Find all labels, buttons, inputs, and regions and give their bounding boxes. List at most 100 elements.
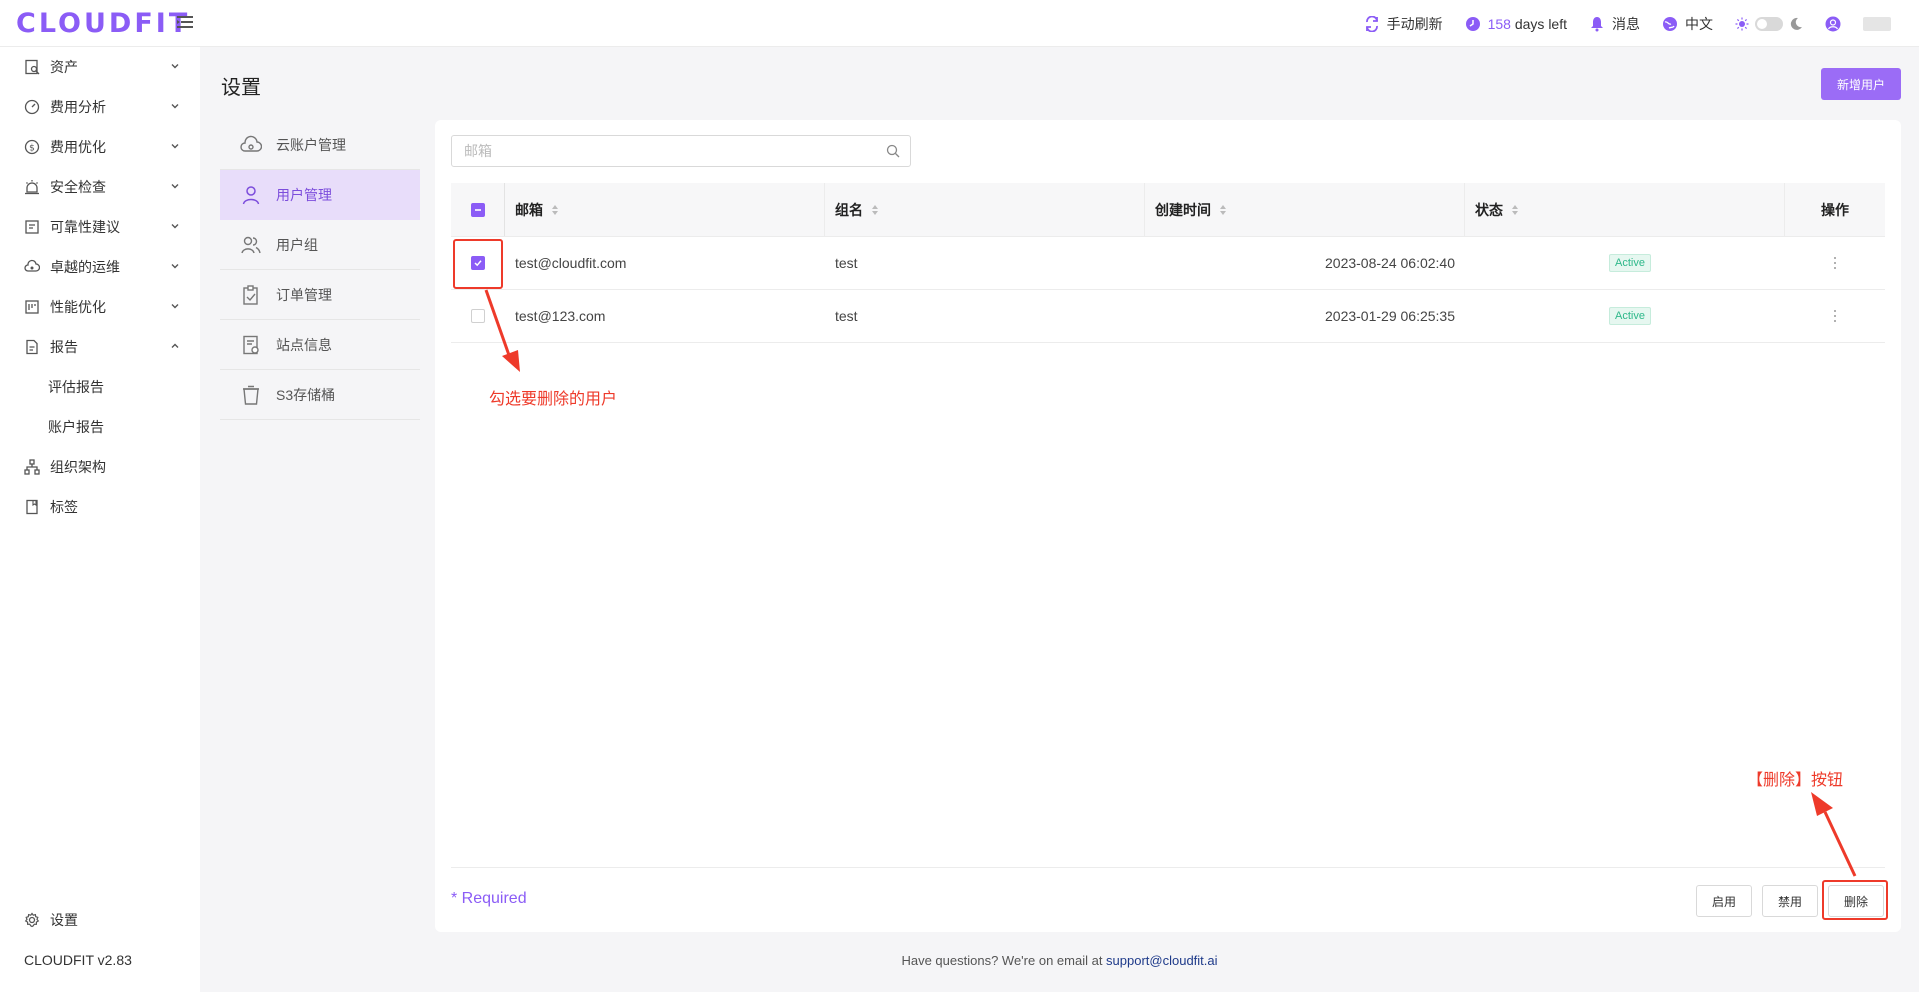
select-all-checkbox[interactable]	[470, 202, 485, 217]
menu-toggle-icon[interactable]	[176, 13, 194, 31]
users-table: 邮箱 组名 创建时间 状态 操作 test@cloudfit.com test …	[451, 183, 1885, 343]
org-chart-icon	[24, 459, 40, 475]
annotation-delete-highlight	[1822, 880, 1888, 920]
header-checkbox-cell	[451, 183, 505, 236]
bucket-icon	[243, 385, 259, 405]
header-created[interactable]: 创建时间	[1145, 183, 1465, 236]
settings-item-s3-buckets[interactable]: S3存储桶	[220, 370, 420, 420]
order-icon	[243, 284, 258, 305]
user-icon	[242, 185, 260, 204]
asset-icon	[25, 59, 40, 75]
chevron-up-icon	[171, 343, 179, 348]
cloud-gear-icon	[24, 259, 40, 272]
refresh-button[interactable]: 手动刷新	[1364, 14, 1443, 34]
cell-group: test	[835, 308, 858, 324]
dollar-icon: $	[24, 139, 40, 155]
messages-button[interactable]: 消息	[1589, 14, 1640, 34]
sidebar-item-cost-optimization[interactable]: $ 费用优化	[0, 127, 200, 167]
trial-days: 158 days left	[1465, 16, 1567, 32]
language-selector[interactable]: 中文	[1662, 14, 1713, 34]
gear-icon	[24, 912, 40, 928]
sidebar-item-label: 可靠性建议	[50, 219, 120, 235]
sort-icon[interactable]	[1511, 204, 1519, 216]
annotation-arrow-up	[1811, 792, 1857, 877]
clock-icon	[1465, 16, 1480, 31]
settings-menu: 云账户管理 用户管理 用户组 订单管理 站点信息 S3存储桶	[220, 120, 420, 420]
settings-item-label: 订单管理	[276, 286, 332, 303]
table-header: 邮箱 组名 创建时间 状态 操作	[451, 183, 1885, 237]
settings-item-orders[interactable]: 订单管理	[220, 270, 420, 320]
days-suffix: days left	[1510, 15, 1567, 32]
settings-item-label: 用户管理	[276, 186, 332, 203]
search-icon[interactable]	[886, 144, 900, 158]
sidebar-item-label: 费用分析	[50, 99, 106, 115]
sidebar-subitem-assessment-report[interactable]: 评估报告	[0, 367, 200, 407]
user-group-icon	[241, 236, 261, 253]
sidebar-bottom: 设置 CLOUDFIT v2.83	[0, 900, 200, 992]
table-row: test@123.com test 2023-01-29 06:25:35 Ac…	[451, 290, 1885, 343]
annotation-check-hint: 勾选要删除的用户	[489, 391, 618, 408]
settings-item-label: S3存储桶	[276, 386, 336, 403]
support-email-link[interactable]: support@cloudfit.ai	[1106, 953, 1217, 968]
cell-status: Active	[1465, 290, 1785, 342]
user-name-placeholder[interactable]	[1863, 16, 1891, 31]
chevron-down-icon	[171, 144, 179, 149]
user-management-card: 邮箱 组名 创建时间 状态 操作 test@clo	[435, 120, 1901, 932]
email-search	[451, 135, 911, 167]
checklist-icon	[25, 220, 39, 234]
settings-item-user-groups[interactable]: 用户组	[220, 220, 420, 270]
header-status[interactable]: 状态	[1465, 183, 1785, 236]
gauge-icon	[24, 99, 40, 115]
settings-item-label: 站点信息	[276, 336, 332, 353]
sidebar-item-cost-analysis[interactable]: 费用分析	[0, 87, 200, 127]
logo[interactable]: CLOUDFIT	[16, 8, 190, 39]
sidebar-item-performance[interactable]: 性能优化	[0, 287, 200, 327]
performance-icon	[25, 300, 39, 314]
header-status-label: 状态	[1475, 201, 1503, 218]
add-user-button[interactable]: 新增用户	[1821, 68, 1901, 100]
site-info-icon	[243, 335, 259, 354]
sidebar-item-reliability[interactable]: 可靠性建议	[0, 207, 200, 247]
settings-item-site-info[interactable]: 站点信息	[220, 320, 420, 370]
sidebar-item-organization[interactable]: 组织架构	[0, 447, 200, 487]
chevron-down-icon	[171, 304, 179, 309]
sidebar-item-tags[interactable]: 标签	[0, 487, 200, 527]
chevron-down-icon	[171, 184, 179, 189]
disable-button[interactable]: 禁用	[1762, 885, 1818, 917]
sort-icon[interactable]	[551, 204, 559, 216]
sort-icon[interactable]	[871, 204, 879, 216]
user-avatar-icon[interactable]	[1825, 16, 1841, 32]
theme-switch[interactable]	[1755, 16, 1783, 31]
header-group[interactable]: 组名	[825, 183, 1145, 236]
svg-text:$: $	[29, 144, 35, 154]
settings-item-label: 云账户管理	[276, 136, 346, 153]
sidebar-item-label: 组织架构	[50, 459, 106, 475]
annotation-delete-hint: 【删除】按钮	[1747, 772, 1844, 789]
chevron-down-icon	[171, 264, 179, 269]
indeterminate-icon	[474, 208, 481, 211]
email-search-input[interactable]	[452, 136, 852, 166]
sidebar-item-label: 设置	[50, 912, 78, 928]
sidebar-item-label: 安全检查	[50, 179, 106, 195]
sidebar-item-settings[interactable]: 设置	[0, 900, 200, 940]
sidebar-item-reports[interactable]: 报告	[0, 327, 200, 367]
sidebar-item-security-check[interactable]: 安全检查	[0, 167, 200, 207]
settings-item-cloud-accounts[interactable]: 云账户管理	[220, 120, 420, 170]
report-icon	[26, 339, 38, 355]
theme-toggle[interactable]	[1735, 16, 1803, 31]
sidebar-item-operations[interactable]: 卓越的运维	[0, 247, 200, 287]
sidebar-subitem-account-report[interactable]: 账户报告	[0, 407, 200, 447]
more-vertical-icon[interactable]	[1829, 256, 1841, 270]
more-vertical-icon[interactable]	[1829, 309, 1841, 323]
cell-created: 2023-01-29 06:25:35	[1325, 308, 1455, 324]
top-bar: CLOUDFIT 手动刷新 158 days left 消息 中文	[0, 0, 1919, 47]
sidebar-item-assets[interactable]: 资产	[0, 47, 200, 87]
page-title: 设置	[221, 77, 261, 99]
cell-group: test	[835, 255, 858, 271]
settings-item-user-management[interactable]: 用户管理	[220, 170, 420, 220]
sort-icon[interactable]	[1219, 204, 1227, 216]
enable-button[interactable]: 启用	[1696, 885, 1752, 917]
chevron-down-icon	[171, 64, 179, 69]
footer-text: Have questions? We're on email at	[901, 953, 1107, 968]
header-email[interactable]: 邮箱	[505, 183, 825, 236]
